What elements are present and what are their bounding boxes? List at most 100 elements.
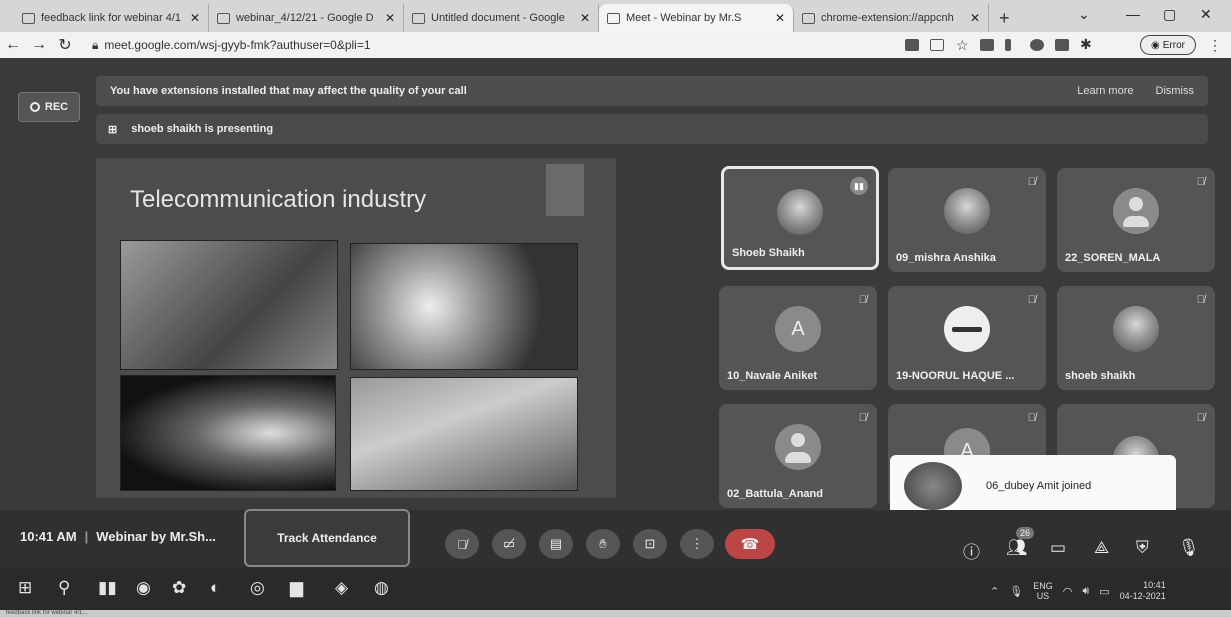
dismiss-button[interactable]: Dismiss xyxy=(1156,85,1195,97)
close-tab-icon[interactable]: ✕ xyxy=(190,11,200,25)
reload-icon[interactable]: ↻ xyxy=(52,35,78,55)
participant-tile[interactable]: 🎙̸ 02_Battula_Anand xyxy=(719,404,877,508)
back-icon[interactable]: ← xyxy=(0,36,26,54)
mic-off-icon: 🎙̸ xyxy=(1027,176,1036,188)
volume-icon[interactable]: 🔊︎ xyxy=(1082,585,1089,598)
info-icon[interactable]: ⓘ xyxy=(963,538,980,563)
forward-icon[interactable]: → xyxy=(26,36,52,54)
join-notification: 06_dubey Amit joined xyxy=(890,455,1176,517)
browser-tab[interactable]: webinar_4/12/21 - Google D ✕ xyxy=(209,4,404,32)
share-icon[interactable] xyxy=(930,39,944,51)
battery-icon[interactable]: ▭ xyxy=(1099,585,1109,598)
teams-icon[interactable]: ✿ xyxy=(172,578,186,598)
participant-tile[interactable]: ▮▮ Shoeb Shaikh xyxy=(721,166,879,270)
close-tab-icon[interactable]: ✕ xyxy=(775,11,785,25)
close-tab-icon[interactable]: ✕ xyxy=(385,11,395,25)
camera-icon[interactable] xyxy=(905,39,919,51)
browser-tab-active[interactable]: Meet - Webinar by Mr.S ✕ xyxy=(599,4,794,32)
close-tab-icon[interactable]: ✕ xyxy=(580,11,590,25)
windows-start-icon[interactable]: ⊞ xyxy=(18,578,32,598)
chat-app-icon[interactable]: ◉ xyxy=(136,578,151,598)
participant-tile[interactable]: 🎙̸ 09_mishra Anshika xyxy=(888,168,1046,272)
avatar xyxy=(777,189,823,235)
participant-name: 02_Battula_Anand xyxy=(727,488,823,500)
extension-icon[interactable] xyxy=(1030,39,1044,51)
tab-title: feedback link for webinar 4/1 xyxy=(41,12,182,24)
file-explorer-icon[interactable]: ▆ xyxy=(290,578,303,598)
camera-off-icon: ▭̸ xyxy=(502,536,516,551)
chrome-icon[interactable]: ◎ xyxy=(250,578,265,598)
participant-name: shoeb shaikh xyxy=(1065,370,1136,382)
meeting-name: Webinar by Mr.Sh... xyxy=(96,529,216,544)
new-tab-button[interactable]: + xyxy=(989,4,1020,32)
edge-icon[interactable]: ◐ xyxy=(210,578,220,598)
browser-tab[interactable]: Untitled document - Google ✕ xyxy=(404,4,599,32)
browser-status-bar: feedback link for webinar 4/1... xyxy=(0,610,1231,617)
lang-bottom: US xyxy=(1036,591,1050,601)
extension-icon[interactable] xyxy=(1005,39,1011,51)
close-tab-icon[interactable]: ✕ xyxy=(970,11,980,25)
avatar xyxy=(775,424,821,470)
captions-icon: ▤ xyxy=(549,536,563,551)
participant-tile[interactable]: 🎙̸ 22_SOREN_MALA xyxy=(1057,168,1215,272)
people-icon[interactable]: 👥︎ xyxy=(1006,538,1028,558)
close-window-icon[interactable]: ✕ xyxy=(1200,6,1212,23)
mic-off-icon: 🎙̸ xyxy=(1027,412,1036,424)
avatar xyxy=(1113,188,1159,234)
profile-error-button[interactable]: ◉ Error xyxy=(1140,35,1196,55)
clock[interactable]: 10:41 04-12-2021 xyxy=(1120,580,1166,602)
drive-icon xyxy=(217,12,230,24)
leave-call-button[interactable]: ☎︎ xyxy=(725,529,775,559)
mic-toggle-button[interactable]: 🎙̸ xyxy=(445,529,479,559)
chat-icon[interactable]: ▭ xyxy=(1050,538,1066,558)
presenting-bar: ⊞ shoeb shaikh is presenting xyxy=(96,114,1208,144)
participant-name: 10_Navale Aniket xyxy=(727,370,818,382)
maximize-icon[interactable]: ▢ xyxy=(1163,6,1176,23)
slide-title: Telecommunication industry xyxy=(130,186,427,213)
lang-top: ENG xyxy=(1033,581,1053,591)
url-field[interactable]: 🔒︎ meet.google.com/wsj-gyyb-fmk?authuser=… xyxy=(92,38,371,53)
docs-icon xyxy=(412,12,425,24)
app-icon[interactable]: ◍ xyxy=(374,578,389,598)
activities-icon[interactable]: ⟁ xyxy=(1094,538,1109,558)
host-controls-icon[interactable]: ⛨ xyxy=(1136,538,1149,558)
search-icon[interactable]: ⚲ xyxy=(58,578,70,598)
extension-icon[interactable] xyxy=(1055,39,1069,51)
mic-icon[interactable]: 🎙︎ xyxy=(1009,585,1023,598)
clock-date: 04-12-2021 xyxy=(1119,591,1166,601)
track-attendance-button[interactable]: Track Attendance xyxy=(244,509,410,567)
present-icon: ⊞ xyxy=(108,123,118,136)
avatar xyxy=(944,306,990,352)
participant-tile[interactable]: 🎙̸ 19-NOORUL HAQUE ... xyxy=(888,286,1046,390)
language-indicator[interactable]: ENG US xyxy=(1033,581,1053,601)
extension-icon[interactable] xyxy=(980,39,994,51)
participant-tile[interactable]: A 🎙̸ 10_Navale Aniket xyxy=(719,286,877,390)
star-icon[interactable]: ☆ xyxy=(956,37,969,54)
avatar xyxy=(944,188,990,234)
slide-image-fiber-cable xyxy=(120,375,336,491)
present-now-button[interactable]: ⊡ xyxy=(633,529,667,559)
presenting-text: shoeb shaikh is presenting xyxy=(131,123,274,135)
more-options-button[interactable]: ⋮ xyxy=(680,529,714,559)
wifi-icon[interactable]: ◠ xyxy=(1063,585,1073,598)
browser-tab[interactable]: feedback link for webinar 4/1 ✕ xyxy=(14,4,209,32)
task-view-icon[interactable]: ▮▮ xyxy=(98,578,117,598)
raise-hand-button[interactable]: ✋︎ xyxy=(586,529,620,559)
camera-toggle-button[interactable]: ▭̸ xyxy=(492,529,526,559)
chevron-up-icon[interactable]: ⌃ xyxy=(990,585,999,598)
address-bar: ← → ↻ 🔒︎ meet.google.com/wsj-gyyb-fmk?aut… xyxy=(0,32,1231,58)
participant-tile[interactable]: 🎙̸ shoeb shaikh xyxy=(1057,286,1215,390)
menu-icon[interactable]: ⋮ xyxy=(1208,37,1222,54)
puzzle-icon[interactable]: ✱ xyxy=(1080,36,1092,53)
learn-more-link[interactable]: Learn more xyxy=(1077,85,1133,97)
extension-mic-icon[interactable]: 🎙︎ xyxy=(1178,538,1200,558)
rec-button[interactable]: REC xyxy=(18,92,80,122)
browser-tab[interactable]: chrome-extension://appcnh ✕ xyxy=(794,4,989,32)
minimize-icon[interactable]: — xyxy=(1126,6,1140,22)
lock-icon: 🔒︎ xyxy=(92,37,99,52)
store-icon[interactable]: ◈ xyxy=(335,578,348,598)
tab-title: Untitled document - Google xyxy=(431,12,565,24)
slide-image-satellite-dish xyxy=(350,243,578,370)
captions-button[interactable]: ▤ xyxy=(539,529,573,559)
tab-search-icon[interactable]: ⌄ xyxy=(1078,6,1090,23)
